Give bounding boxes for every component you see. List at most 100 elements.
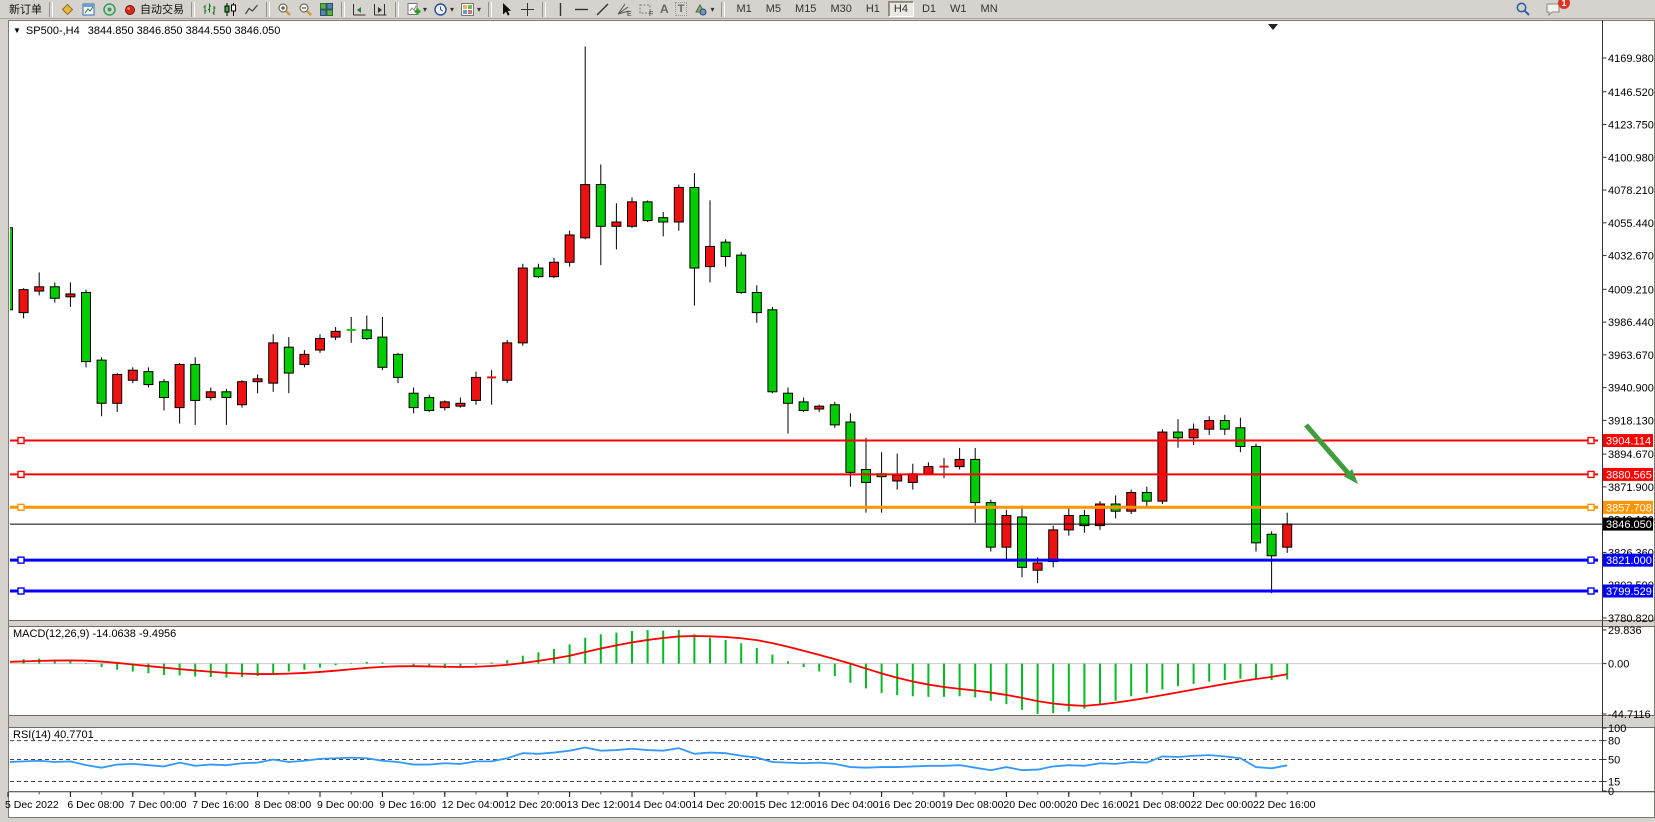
auto-trading-button[interactable]: 自动交易 <box>120 1 187 18</box>
svg-text:12 Dec 04:00: 12 Dec 04:00 <box>442 799 505 811</box>
svg-text:F: F <box>649 11 653 17</box>
candlestick-chart-button[interactable] <box>220 1 241 18</box>
add-indicator-icon <box>406 2 421 17</box>
svg-text:5 Dec 2022: 5 Dec 2022 <box>5 799 59 811</box>
cursor-button[interactable] <box>496 1 517 18</box>
cursor-arrow-icon <box>499 2 514 17</box>
svg-text:13 Dec 12:00: 13 Dec 12:00 <box>567 799 630 811</box>
timeframe-h4-button[interactable]: H4 <box>888 1 914 17</box>
window-menu-arrow-icon[interactable] <box>1268 24 1278 30</box>
toolbar-separator <box>266 2 270 17</box>
svg-text:6 Dec 08:00: 6 Dec 08:00 <box>67 799 124 811</box>
timeframe-m30-button[interactable]: M30 <box>824 1 857 17</box>
rsi-indicator-label: RSI(14) 40.7701 <box>13 729 94 741</box>
search-button[interactable] <box>1512 1 1534 18</box>
ohlc-bars-icon <box>202 2 217 17</box>
panel-splitter[interactable] <box>9 716 1655 728</box>
crosshair-button[interactable] <box>517 1 538 18</box>
new-order-button[interactable]: 新订单 <box>4 1 45 18</box>
timeframe-d1-button[interactable]: D1 <box>916 1 942 17</box>
chart-title: ▼ SP500-,H4 3844.850 3846.850 3844.550 384… <box>13 25 280 37</box>
zoom-out-icon <box>298 2 313 17</box>
svg-text:3857.708: 3857.708 <box>1606 502 1652 514</box>
svg-text:3986.440: 3986.440 <box>1608 317 1654 329</box>
line-chart-button[interactable] <box>241 1 262 18</box>
chart-symbol-period: SP500-,H4 <box>26 25 80 37</box>
charts-profile-button[interactable] <box>78 1 99 18</box>
dropdown-caret-icon: ▾ <box>477 5 481 14</box>
shapes-icon <box>693 2 708 17</box>
chart-window-icon <box>81 2 96 17</box>
svg-text:16 Dec 20:00: 16 Dec 20:00 <box>879 799 942 811</box>
svg-text:3940.900: 3940.900 <box>1608 383 1654 395</box>
svg-text:3963.670: 3963.670 <box>1608 350 1654 362</box>
tile-windows-icon <box>319 2 334 17</box>
timeframe-h1-button[interactable]: H1 <box>860 1 886 17</box>
svg-text:7 Dec 00:00: 7 Dec 00:00 <box>130 799 187 811</box>
svg-text:4169.980: 4169.980 <box>1608 53 1654 65</box>
svg-text:-44.7116: -44.7116 <box>1608 709 1651 721</box>
gold-diamond-icon <box>60 2 75 17</box>
zoom-in-button[interactable] <box>274 1 295 18</box>
chart-shift-button[interactable] <box>370 1 391 18</box>
symbol-dropdown-icon[interactable]: ▼ <box>13 26 21 35</box>
chart-canvas[interactable]: 5 Dec 2022 6 Dec 08:00 7 Dec 00:00 7 Dec 16… <box>0 0 1655 822</box>
vertical-line-button[interactable] <box>550 1 571 18</box>
svg-text:9 Dec 16:00: 9 Dec 16:00 <box>379 799 436 811</box>
text-tool-button[interactable]: A <box>657 1 672 18</box>
candlestick-icon <box>223 2 238 17</box>
templates-button[interactable]: ▾ <box>457 1 484 18</box>
symbols-button[interactable] <box>57 1 78 18</box>
svg-text:4078.210: 4078.210 <box>1608 185 1654 197</box>
svg-text:14 Dec 04:00: 14 Dec 04:00 <box>629 799 692 811</box>
notifications-button[interactable]: 1 <box>1542 1 1565 18</box>
auto-scroll-button[interactable] <box>349 1 370 18</box>
timeframe-mn-button[interactable]: MN <box>975 1 1004 17</box>
crosshair-icon <box>520 2 535 17</box>
svg-text:20 Dec 00:00: 20 Dec 00:00 <box>1003 799 1066 811</box>
channel-button[interactable]: F <box>635 1 657 18</box>
svg-text:3780.820: 3780.820 <box>1608 613 1654 625</box>
indicators-button[interactable]: ▾ <box>403 1 430 18</box>
signals-button[interactable] <box>99 1 120 18</box>
svg-text:19 Dec 08:00: 19 Dec 08:00 <box>941 799 1004 811</box>
new-order-label: 新订单 <box>9 1 42 17</box>
svg-text:14 Dec 20:00: 14 Dec 20:00 <box>691 799 754 811</box>
template-icon <box>460 2 475 17</box>
vertical-line-icon <box>553 2 568 17</box>
timeframe-m5-button[interactable]: M5 <box>760 1 787 17</box>
fibonacci-button[interactable]: E <box>613 1 635 18</box>
text-label-button[interactable]: T <box>672 1 691 18</box>
zoom-out-button[interactable] <box>295 1 316 18</box>
svg-text:21 Dec 08:00: 21 Dec 08:00 <box>1128 799 1191 811</box>
svg-text:4100.980: 4100.980 <box>1608 152 1654 164</box>
svg-text:100: 100 <box>1608 723 1626 735</box>
svg-text:4146.520: 4146.520 <box>1608 87 1654 99</box>
tile-windows-button[interactable] <box>316 1 337 18</box>
svg-text:4032.670: 4032.670 <box>1608 251 1654 263</box>
svg-text:7 Dec 16:00: 7 Dec 16:00 <box>192 799 249 811</box>
chart-ohlc-values: 3844.850 3846.850 3844.550 3846.050 <box>88 25 281 37</box>
bar-chart-button[interactable] <box>199 1 220 18</box>
timeframe-group: M1M5M15M30H1H4D1W1MN <box>729 1 1004 17</box>
clock-icon <box>433 2 448 17</box>
main-toolbar: 新订单 自动交易 ▾ ▾ ▾ E F A T ▾ M1M5M15M30H1H4D… <box>0 0 1655 19</box>
timeframe-m15-button[interactable]: M15 <box>789 1 822 17</box>
shapes-button[interactable]: ▾ <box>690 1 717 18</box>
periods-button[interactable]: ▾ <box>430 1 457 18</box>
svg-text:22 Dec 00:00: 22 Dec 00:00 <box>1191 799 1254 811</box>
svg-text:8 Dec 08:00: 8 Dec 08:00 <box>255 799 312 811</box>
svg-text:3846.050: 3846.050 <box>1606 519 1652 531</box>
macd-main-value: -14.0638 <box>92 628 135 640</box>
timeframe-m1-button[interactable]: M1 <box>730 1 757 17</box>
svg-text:50: 50 <box>1608 755 1620 767</box>
timeframe-w1-button[interactable]: W1 <box>944 1 973 17</box>
toolbar-right-group: 1 <box>1512 1 1565 18</box>
svg-text:3871.900: 3871.900 <box>1608 482 1654 494</box>
svg-text:3799.529: 3799.529 <box>1606 586 1652 598</box>
svg-text:3918.130: 3918.130 <box>1608 415 1654 427</box>
trendline-button[interactable] <box>592 1 613 18</box>
toolbar-separator <box>341 2 345 17</box>
horizontal-line-icon <box>574 2 589 17</box>
horizontal-line-button[interactable] <box>571 1 592 18</box>
